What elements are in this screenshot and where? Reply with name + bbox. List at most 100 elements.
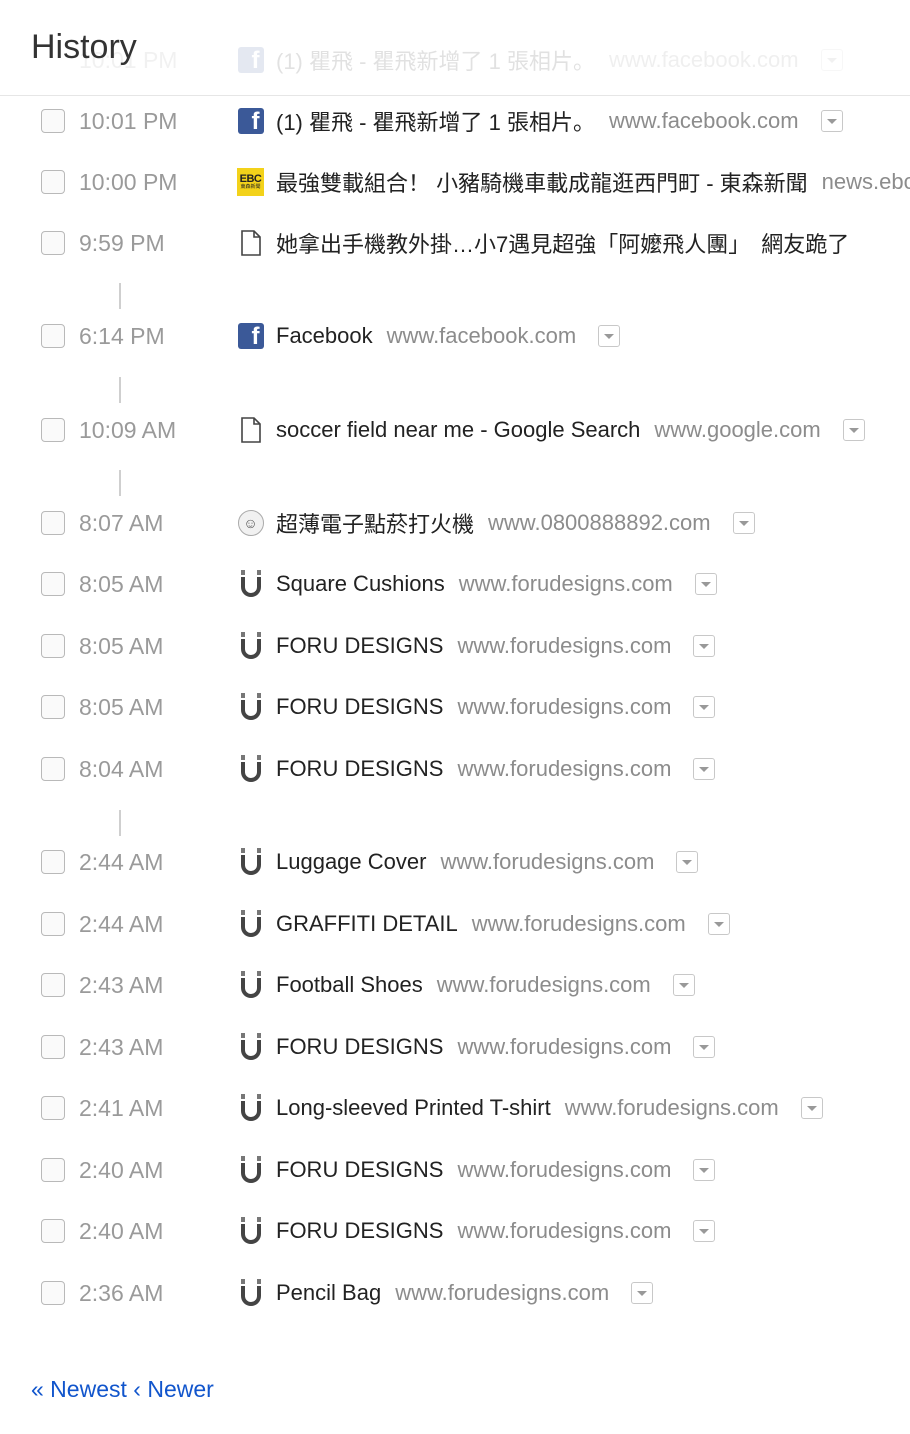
facebook-icon: f — [237, 323, 264, 350]
row-checkbox[interactable] — [41, 634, 65, 658]
row-menu-dropdown-icon[interactable] — [693, 1159, 716, 1181]
entry-title[interactable]: FORU DESIGNS — [276, 1034, 443, 1060]
row-menu-dropdown-icon[interactable] — [842, 419, 865, 441]
row-menu-dropdown-icon[interactable] — [800, 1097, 823, 1119]
row-checkbox[interactable] — [41, 418, 65, 442]
history-entry-link[interactable]: FORU DESIGNS www.forudesigns.com — [237, 755, 716, 783]
row-checkbox[interactable] — [41, 912, 65, 936]
history-row: 8:05 AM FORU DESIGNS www.forudesigns.com — [0, 622, 910, 670]
history-entry-link[interactable]: ☺ 超薄電子點菸打火機 www.0800888892.com — [237, 507, 755, 539]
visit-time: 8:05 AM — [79, 693, 164, 720]
row-menu-dropdown-icon[interactable] — [693, 1220, 716, 1242]
history-row: 2:36 AM Pencil Bag www.forudesigns.com — [0, 1269, 910, 1317]
row-checkbox[interactable] — [41, 1281, 65, 1305]
entry-title[interactable]: GRAFFITI DETAIL — [276, 911, 458, 937]
row-menu-dropdown-icon[interactable] — [693, 635, 716, 657]
row-checkbox[interactable] — [41, 1035, 65, 1059]
entry-title[interactable]: Pencil Bag — [276, 1280, 381, 1306]
row-menu-dropdown-icon[interactable] — [672, 974, 695, 996]
row-checkbox[interactable] — [41, 757, 65, 781]
entry-title[interactable]: 最強雙載組合！ 小豬騎機車載成龍逛西門町 - 東森新聞 — [276, 166, 808, 198]
row-menu-dropdown-icon[interactable] — [732, 512, 755, 534]
row-menu-dropdown-icon[interactable] — [598, 325, 621, 347]
foru-icon — [237, 971, 264, 999]
history-entry-link[interactable]: f Facebook www.facebook.com — [237, 323, 621, 350]
history-entry-link[interactable]: FORU DESIGNS www.forudesigns.com — [237, 1156, 716, 1184]
row-menu-dropdown-icon[interactable] — [694, 573, 717, 595]
entry-title[interactable]: 她拿出手機教外掛…小7遇見超強「阿嬤飛人團」 網友跪了 — [276, 227, 849, 259]
row-checkbox[interactable] — [41, 231, 65, 255]
history-row: 8:07 AM ☺ 超薄電子點菸打火機 www.0800888892.com — [0, 499, 910, 547]
row-checkbox[interactable] — [41, 973, 65, 997]
history-row: 2:40 AM FORU DESIGNS www.forudesigns.com — [0, 1146, 910, 1194]
row-menu-dropdown-icon[interactable] — [693, 696, 716, 718]
entry-title[interactable]: (1) 瞿飛 - 瞿飛新增了 1 張相片。 — [276, 105, 595, 137]
history-entry-link[interactable]: Football Shoes www.forudesigns.com — [237, 971, 695, 999]
entry-domain: www.forudesigns.com — [457, 1218, 672, 1243]
row-checkbox[interactable] — [41, 170, 65, 194]
history-entry-link[interactable]: FORU DESIGNS www.forudesigns.com — [237, 1217, 716, 1245]
history-row: 8:04 AM FORU DESIGNS www.forudesigns.com — [0, 745, 910, 793]
row-menu-dropdown-icon[interactable] — [707, 913, 730, 935]
visit-time: 2:44 AM — [79, 910, 164, 937]
entry-title[interactable]: Square Cushions — [276, 571, 445, 597]
entry-title[interactable]: 超薄電子點菸打火機 — [276, 507, 474, 539]
history-entry-link[interactable]: FORU DESIGNS www.forudesigns.com — [237, 693, 716, 721]
history-entry-link[interactable]: FORU DESIGNS www.forudesigns.com — [237, 1033, 716, 1061]
row-checkbox[interactable] — [41, 1096, 65, 1120]
entry-title[interactable]: Facebook — [276, 323, 373, 349]
history-entry-link[interactable]: soccer field near me - Google Search www.… — [237, 417, 865, 444]
facebook-icon: f — [237, 108, 264, 135]
row-menu-dropdown-icon[interactable] — [693, 1036, 716, 1058]
history-entry-link[interactable]: Luggage Cover www.forudesigns.com — [237, 848, 699, 876]
ghost-title: (1) 瞿飛 - 瞿飛新增了 1 張相片。 — [276, 49, 596, 74]
history-entry-link[interactable]: 她拿出手機教外掛…小7遇見超強「阿嬤飛人團」 網友跪了 — [237, 227, 849, 259]
entry-title[interactable]: FORU DESIGNS — [276, 694, 443, 720]
entry-title[interactable]: Long-sleeved Printed T-shirt — [276, 1095, 551, 1121]
history-entry-link[interactable]: FORU DESIGNS www.forudesigns.com — [237, 632, 716, 660]
row-checkbox[interactable] — [41, 324, 65, 348]
history-row: 2:43 AM FORU DESIGNS www.forudesigns.com — [0, 1023, 910, 1071]
history-entry-link[interactable]: Square Cushions www.forudesigns.com — [237, 570, 717, 598]
visit-time: 2:36 AM — [79, 1279, 164, 1306]
newest-link[interactable]: « Newest — [31, 1376, 127, 1402]
entry-title[interactable]: FORU DESIGNS — [276, 1157, 443, 1183]
history-entry-link[interactable]: GRAFFITI DETAIL www.forudesigns.com — [237, 910, 730, 938]
entry-domain: www.forudesigns.com — [457, 633, 672, 658]
newer-link[interactable]: Newer — [147, 1376, 213, 1402]
newer-separator: ‹ — [133, 1376, 141, 1402]
row-checkbox[interactable] — [41, 850, 65, 874]
row-checkbox[interactable] — [41, 511, 65, 535]
history-row: 10:00 PM EBC 東森新聞 最強雙載組合！ 小豬騎機車載成龍逛西門町 - 東森… — [0, 158, 910, 206]
history-entry-link[interactable]: Long-sleeved Printed T-shirt www.forudesi… — [237, 1094, 823, 1122]
history-row: 2:44 AM GRAFFITI DETAIL www.forudesigns.co… — [0, 900, 910, 948]
row-checkbox[interactable] — [41, 109, 65, 133]
entry-title[interactable]: FORU DESIGNS — [276, 1218, 443, 1244]
row-checkbox[interactable] — [41, 572, 65, 596]
row-menu-dropdown-icon[interactable] — [693, 758, 716, 780]
entry-title[interactable]: FORU DESIGNS — [276, 756, 443, 782]
row-checkbox[interactable] — [41, 695, 65, 719]
scrolled-row-under-header: 10:01 PM f (1) 瞿飛 - 瞿飛新增了 1 張相片。 www.fac… — [30, 40, 910, 80]
history-entry-link[interactable]: EBC 東森新聞 最強雙載組合！ 小豬騎機車載成龍逛西門町 - 東森新聞 news.e… — [237, 166, 910, 198]
row-checkbox[interactable] — [41, 1158, 65, 1182]
visit-time: 10:09 AM — [79, 416, 177, 443]
visit-time: 8:05 AM — [79, 570, 164, 597]
visit-time: 2:44 AM — [79, 848, 164, 875]
entry-title[interactable]: Luggage Cover — [276, 849, 426, 875]
history-entry-link[interactable]: Pencil Bag www.forudesigns.com — [237, 1279, 654, 1307]
row-checkbox[interactable] — [41, 1219, 65, 1243]
entry-title[interactable]: FORU DESIGNS — [276, 633, 443, 659]
row-menu-dropdown-icon[interactable] — [820, 110, 843, 132]
entry-title[interactable]: soccer field near me - Google Search — [276, 417, 640, 443]
time-gap-divider — [119, 810, 121, 836]
history-row: 2:44 AM Luggage Cover www.forudesigns.com — [0, 838, 910, 886]
visit-time: 2:43 AM — [79, 1033, 164, 1060]
row-menu-dropdown-icon[interactable] — [676, 851, 699, 873]
entry-title[interactable]: Football Shoes — [276, 972, 423, 998]
foru-icon — [237, 1094, 264, 1122]
entry-domain: www.forudesigns.com — [457, 694, 672, 719]
row-menu-dropdown-icon[interactable] — [631, 1282, 654, 1304]
visit-time: 9:59 PM — [79, 229, 165, 256]
history-entry-link[interactable]: f (1) 瞿飛 - 瞿飛新增了 1 張相片。 www.facebook.com — [237, 105, 843, 137]
